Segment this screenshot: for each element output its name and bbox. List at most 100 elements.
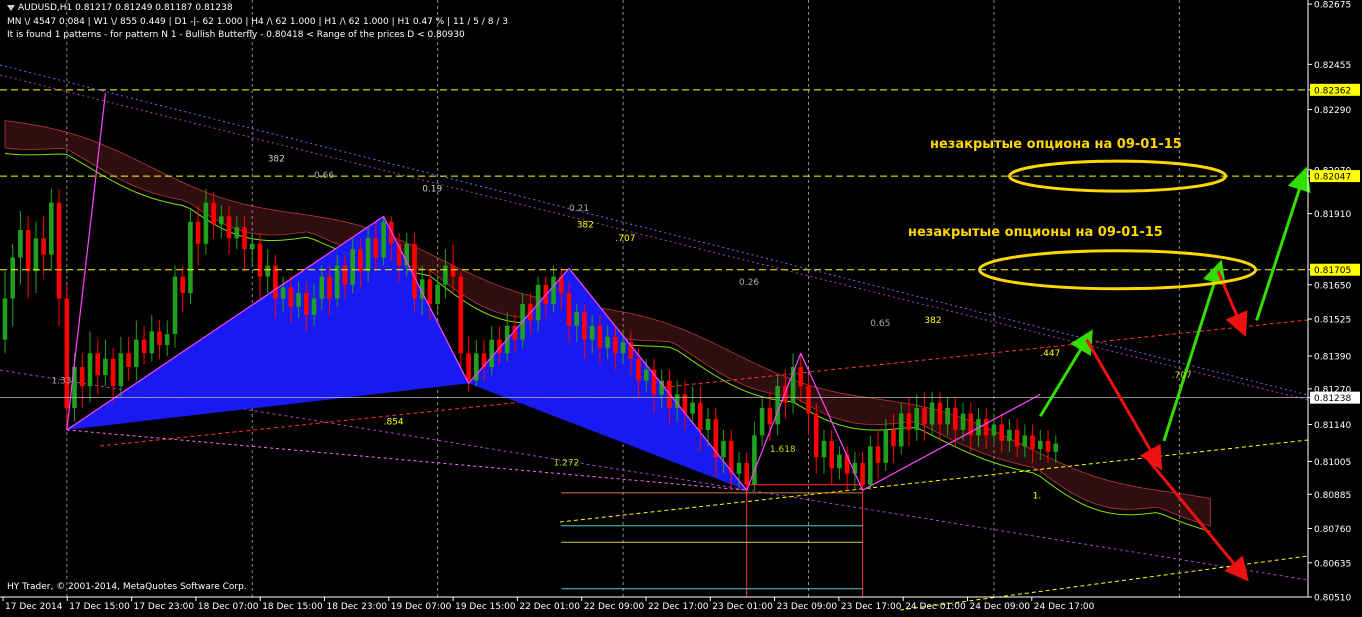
candle-body <box>937 402 943 425</box>
time-tick-label: 22 Dec 09:00 <box>584 602 645 612</box>
candle-body <box>466 353 471 381</box>
fib-ratio-label: 1. <box>1033 491 1042 501</box>
candle-body <box>126 353 131 367</box>
time-tick-label: 24 Dec 01:00 <box>905 602 966 612</box>
candle-body <box>798 367 804 387</box>
price-tick-label: 0.82290 <box>1314 106 1351 116</box>
candle-body <box>443 265 448 285</box>
candle-body <box>257 243 263 277</box>
candle-body <box>373 238 379 258</box>
candle-body <box>365 238 371 272</box>
fib-ratio-label: .707 <box>615 234 635 244</box>
chart-area[interactable]: 1.33 .854 1.272 1.618 382 0.66 0.19 0.21 382 .707… <box>0 0 1362 613</box>
fib-ratio-label: 382 <box>924 316 941 326</box>
candle-body <box>813 413 819 458</box>
time-tick-label: 17 Dec 15:00 <box>69 602 130 612</box>
candle-body <box>234 227 240 239</box>
candle-body <box>134 339 139 367</box>
candle-body <box>883 429 889 463</box>
fib-ratio-label: .707 <box>1172 371 1192 381</box>
candle-body <box>898 413 904 447</box>
candle-body <box>49 202 54 255</box>
candle-body <box>350 249 355 285</box>
candle-body <box>775 386 780 425</box>
price-tick-label: 0.81005 <box>1314 458 1351 468</box>
candle-body <box>698 402 703 430</box>
time-tick-label: 18 Dec 15:00 <box>262 602 323 612</box>
candle-body <box>736 462 742 474</box>
candle-body <box>837 454 842 469</box>
candle-body <box>929 402 935 425</box>
time-tick-label: 19 Dec 07:00 <box>391 602 452 612</box>
candle-body <box>64 298 70 408</box>
note-lower-options: незакрытые опционы на 09-01-15 <box>908 225 1163 240</box>
time-tick-label: 22 Dec 17:00 <box>648 602 709 612</box>
fib-ratio-label: 382 <box>268 155 285 165</box>
time-tick-label: 24 Dec 09:00 <box>970 602 1031 612</box>
price-tick-label: 0.81238 <box>1314 394 1351 404</box>
price-tick-label: 0.81525 <box>1314 316 1351 326</box>
timeframe-status-line: MN \/ 4547 0.084 | W1 \/ 855 0.449 | D1 … <box>7 17 508 27</box>
candle-body <box>605 336 610 348</box>
fib-ratio-label: 0.26 <box>739 278 759 288</box>
candle-body <box>41 238 46 255</box>
candle-body <box>435 284 440 304</box>
price-tick-label: 0.80635 <box>1314 559 1351 569</box>
copyright-text: HY Trader, © 2001-2014, MetaQuotes Softw… <box>7 582 247 592</box>
candle-body <box>767 408 773 425</box>
candle-body <box>1030 435 1035 450</box>
candle-body <box>860 462 865 485</box>
symbol-dropdown-icon[interactable] <box>7 4 15 11</box>
fib-ratio-label: 1.272 <box>554 459 580 469</box>
candle-body <box>172 276 178 335</box>
candle-body <box>914 408 919 430</box>
candle-body <box>157 331 162 346</box>
candle-body <box>566 293 572 326</box>
fib-ratio-label: 0.21 <box>569 204 589 214</box>
time-tick-label: 23 Dec 09:00 <box>777 602 838 612</box>
time-tick-label: 17 Dec 2014 <box>5 602 63 612</box>
fib-ratio-label: 1.618 <box>770 445 796 455</box>
candle-body <box>265 265 270 277</box>
time-tick-label: 23 Dec 01:00 <box>712 602 773 612</box>
candle-body <box>280 287 286 299</box>
symbol-ohlc-text: AUDUSD,H1 0.81217 0.81249 0.81187 0.8123… <box>18 3 233 13</box>
fib-ratio-label: 0.19 <box>422 185 442 195</box>
candle-body <box>589 325 595 340</box>
candle-body <box>304 293 309 315</box>
candle-body <box>381 221 386 258</box>
price-tick-label: 0.80885 <box>1314 491 1351 501</box>
time-tick-label: 18 Dec 23:00 <box>327 602 388 612</box>
candle-body <box>358 249 363 272</box>
candle-body <box>2 298 8 340</box>
candle-body <box>342 265 348 285</box>
candle-body <box>219 216 224 225</box>
fib-ratio-label: 0.66 <box>314 171 334 181</box>
candle-body <box>458 276 464 354</box>
candle-body <box>1053 443 1058 452</box>
candle-body <box>110 358 116 387</box>
note-upper-options: незакрытые опциона на 09-01-15 <box>930 137 1182 152</box>
candle-body <box>79 367 85 387</box>
candle-body <box>721 440 726 458</box>
candle-body <box>690 402 695 414</box>
price-tick-label: 0.81910 <box>1314 210 1351 220</box>
price-chart[interactable]: 1.33 .854 1.272 1.618 382 0.66 0.19 0.21 382 .707… <box>0 0 1362 613</box>
candle-body <box>1038 440 1043 450</box>
fib-ratio-label: 1.33 <box>51 376 71 386</box>
time-tick-label: 17 Dec 23:00 <box>134 602 195 612</box>
price-tick-label: 0.80510 <box>1314 594 1351 604</box>
candle-body <box>180 276 185 293</box>
candle-body <box>1022 435 1028 447</box>
candle-body <box>636 358 641 381</box>
candle-body <box>705 419 711 430</box>
time-tick-label: 19 Dec 15:00 <box>455 602 516 612</box>
candle-body <box>806 386 811 414</box>
candle-body <box>296 293 301 307</box>
price-tick-label: 0.81705 <box>1314 266 1351 276</box>
candle-body <box>211 202 216 225</box>
candle-body <box>95 353 100 376</box>
price-tick-label: 0.82047 <box>1314 173 1351 183</box>
price-tick-label: 0.82455 <box>1314 61 1351 71</box>
fib-ratio-label: 0.65 <box>870 319 890 329</box>
